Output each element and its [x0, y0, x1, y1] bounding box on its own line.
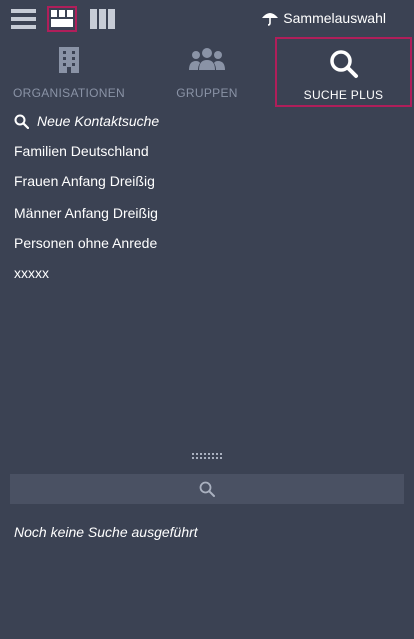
tab-label: ORGANISATIONEN: [13, 86, 125, 100]
umbrella-icon: [262, 13, 279, 26]
list-item[interactable]: Familien Deutschland: [14, 143, 149, 159]
column-view-icon: [90, 9, 115, 29]
search-icon: [14, 114, 29, 129]
list-view-button[interactable]: [8, 6, 38, 32]
grid-view-icon: [51, 10, 73, 27]
tab-label: SUCHE PLUS: [303, 88, 384, 102]
column-view-button[interactable]: [88, 6, 118, 32]
building-icon: [59, 47, 79, 73]
no-search-status: Noch keine Suche ausgeführt: [14, 524, 198, 540]
new-contact-search-button[interactable]: Neue Kontaktsuche: [14, 113, 159, 129]
list-view-icon: [11, 9, 36, 29]
group-icon: [189, 48, 225, 70]
list-item[interactable]: xxxxx: [14, 265, 49, 281]
grid-view-button[interactable]: [47, 6, 77, 32]
tab-suche-plus[interactable]: SUCHE PLUS: [275, 37, 412, 107]
list-item[interactable]: Männer Anfang Dreißig: [14, 205, 158, 221]
list-item[interactable]: Frauen Anfang Dreißig: [14, 173, 155, 189]
tab-bar: ORGANISATIONEN GRUPPEN SUCHE PLUS: [0, 36, 414, 108]
search-icon: [329, 50, 358, 78]
tab-organisationen[interactable]: ORGANISATIONEN: [0, 36, 138, 108]
main-panel: Neue Kontaktsuche Familien Deutschland F…: [0, 108, 414, 639]
resize-handle-icon[interactable]: [192, 453, 222, 461]
result-search-bar[interactable]: [10, 474, 404, 504]
tab-label: GRUPPEN: [176, 86, 238, 100]
top-toolbar: Sammelauswahl: [0, 0, 414, 36]
sammelauswahl-label: Sammelauswahl: [283, 10, 386, 26]
new-search-label: Neue Kontaktsuche: [37, 113, 160, 129]
search-icon: [199, 481, 215, 497]
tab-gruppen[interactable]: GRUPPEN: [138, 36, 276, 108]
list-item[interactable]: Personen ohne Anrede: [14, 235, 157, 251]
sammelauswahl-button[interactable]: Sammelauswahl: [261, 10, 386, 26]
saved-search-list: Neue Kontaktsuche Familien Deutschland F…: [0, 108, 414, 438]
